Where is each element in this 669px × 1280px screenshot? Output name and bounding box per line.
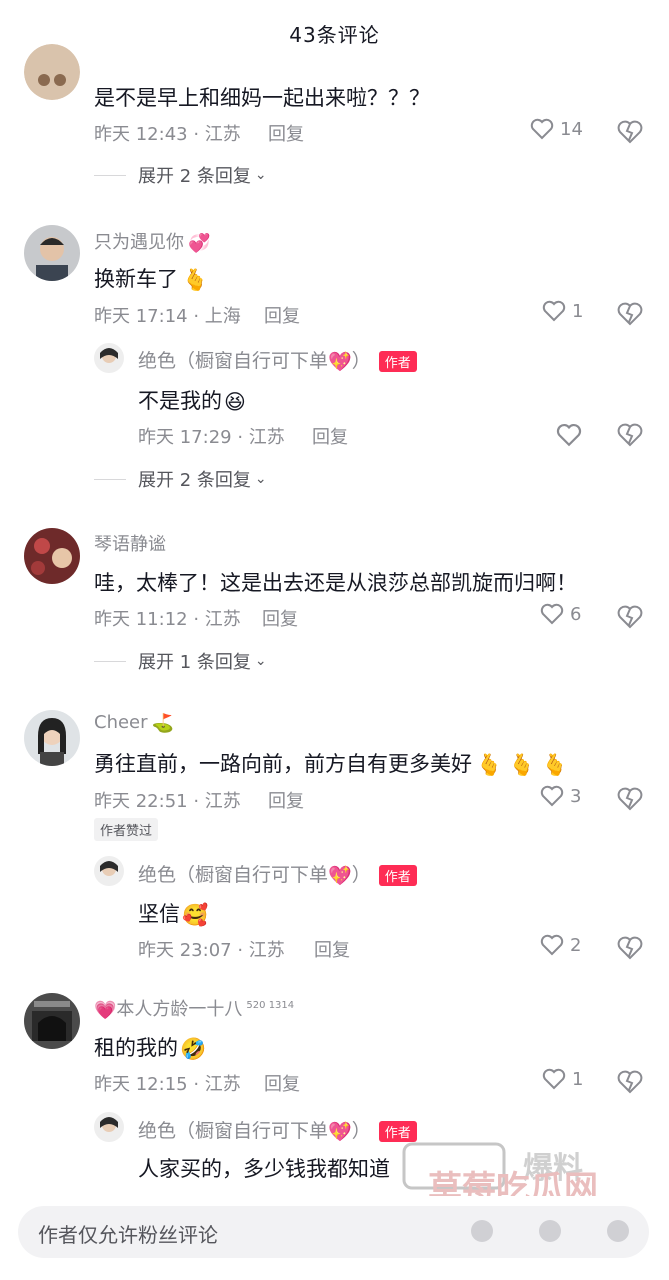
avatar[interactable]	[24, 528, 80, 584]
finger-heart-icon: 🫰 🫰 🫰	[476, 752, 568, 777]
comment-input-bar: 作者仅允许粉丝评论	[0, 1196, 669, 1280]
reply-button[interactable]: 回复	[268, 120, 304, 146]
image-icon[interactable]	[607, 1220, 629, 1242]
reply-button[interactable]: 回复	[264, 302, 300, 328]
like-button[interactable]: 1	[542, 1068, 583, 1090]
avatar[interactable]	[94, 1112, 124, 1142]
reply-text: 不是我的😆	[138, 389, 246, 414]
comment-input-placeholder: 作者仅允许粉丝评论	[38, 1223, 218, 1247]
comment-time: 昨天 12:43 · 江苏	[94, 124, 241, 145]
heart-icon	[540, 785, 564, 807]
at-icon[interactable]	[471, 1220, 493, 1242]
username[interactable]: 💗本人方龄一十八 520 1314	[94, 995, 294, 1021]
emoji-icon[interactable]	[539, 1220, 561, 1242]
chevron-down-icon: ⌄	[254, 471, 267, 487]
like-button[interactable]: 2	[540, 934, 581, 956]
comment-time: 昨天 22:51 · 江苏	[94, 791, 241, 812]
comment-text: 勇往直前，一路向前，前方自有更多美好 🫰 🫰 🫰	[94, 752, 568, 777]
reply-button[interactable]: 回复	[268, 787, 304, 813]
like-button[interactable]: 6	[540, 603, 581, 625]
reply-text: 坚信🥰	[138, 902, 209, 927]
grinning-squint-icon: 😆	[224, 390, 246, 414]
reply-username[interactable]: 绝色（橱窗自行可下单💖） 作者	[138, 860, 417, 887]
expand-replies-label: 展开 2 条回复	[138, 166, 251, 187]
avatar[interactable]	[94, 343, 124, 373]
sparkling-heart-icon: 💖	[328, 351, 352, 373]
chevron-down-icon: ⌄	[254, 653, 267, 669]
reply-button[interactable]: 回复	[314, 936, 350, 962]
comment-text: 是不是早上和细妈一起出来啦？？？	[94, 86, 430, 110]
avatar[interactable]	[94, 856, 124, 886]
avatar[interactable]	[24, 225, 80, 281]
expand-replies[interactable]: 展开 2 条回复 ⌄	[94, 466, 267, 492]
username[interactable]: 琴语静谧	[94, 530, 166, 556]
laughing-crying-icon: 🤣	[180, 1036, 207, 1061]
broken-heart-icon[interactable]	[617, 120, 643, 144]
like-button[interactable]: 14	[530, 118, 583, 140]
comments-header: 43条评论	[0, 0, 669, 66]
avatar[interactable]	[24, 44, 80, 100]
broken-heart-icon[interactable]	[617, 1070, 643, 1094]
hugging-face-icon: 🥰	[182, 902, 209, 927]
like-button[interactable]: 3	[540, 785, 581, 807]
heart-icon	[540, 934, 564, 956]
comment-time: 昨天 12:15 · 江苏	[94, 1074, 241, 1095]
comment-text: 哇，太棒了！这是出去还是从浪莎总部凯旋而归啊！	[94, 571, 577, 595]
reply-time: 昨天 23:07 · 江苏	[138, 940, 285, 961]
sparkling-heart-icon: 💖	[328, 1121, 352, 1143]
expand-replies[interactable]: 展开 2 条回复 ⌄	[94, 162, 267, 188]
reply-time: 昨天 17:29 · 江苏	[138, 427, 285, 448]
comment-time: 昨天 11:12 · 江苏	[94, 609, 241, 630]
broken-heart-icon[interactable]	[617, 605, 643, 629]
heart-icon	[542, 1068, 566, 1090]
comment-count-title: 43条评论	[289, 22, 380, 47]
heart-icon	[530, 118, 554, 140]
svg-text:爆料: 爆料	[523, 1151, 583, 1186]
comment-text: 换新车了 🫰	[94, 267, 209, 292]
reply-button[interactable]: 回复	[262, 605, 298, 631]
expand-replies-label: 展开 1 条回复	[138, 652, 251, 673]
like-count: 6	[570, 603, 582, 625]
avatar[interactable]	[24, 993, 80, 1049]
finger-heart-icon: 🫰	[182, 267, 209, 292]
expand-replies-label: 展开 2 条回复	[138, 470, 251, 491]
heart-icon	[542, 300, 566, 322]
reply-username[interactable]: 绝色（橱窗自行可下单💖） 作者	[138, 1116, 417, 1143]
hearts-icon: 💞	[188, 232, 211, 254]
reply-button[interactable]: 回复	[312, 423, 348, 449]
username[interactable]: 只为遇见你 💞	[94, 228, 210, 254]
chevron-down-icon: ⌄	[254, 167, 267, 183]
broken-heart-icon[interactable]	[617, 423, 643, 447]
comment-text: 租的我的🤣	[94, 1036, 207, 1061]
reply-username[interactable]: 绝色（橱窗自行可下单💖） 作者	[138, 346, 417, 373]
username[interactable]: Cheer ⛳	[94, 712, 174, 734]
broken-heart-icon[interactable]	[617, 787, 643, 811]
like-count: 3	[570, 785, 582, 807]
like-button[interactable]: 1	[542, 300, 583, 322]
golf-flag-icon: ⛳	[151, 712, 174, 734]
like-count: 14	[560, 118, 583, 140]
like-count: 1	[572, 1068, 584, 1090]
reply-text: 人家买的，多少钱我都知道	[138, 1157, 390, 1181]
avatar[interactable]	[24, 710, 80, 766]
author-liked-badge: 作者赞过	[94, 818, 159, 841]
heart-icon[interactable]	[556, 423, 582, 447]
sparkling-heart-icon: 💖	[328, 865, 352, 887]
comment-time: 昨天 17:14 · 上海	[94, 306, 241, 327]
author-tag: 作者	[378, 865, 417, 886]
author-tag: 作者	[378, 351, 417, 372]
heart-emoji-icon: 💗	[94, 999, 117, 1021]
heart-icon	[540, 603, 564, 625]
reply-button[interactable]: 回复	[264, 1070, 300, 1096]
broken-heart-icon[interactable]	[617, 936, 643, 960]
author-tag: 作者	[378, 1121, 417, 1142]
broken-heart-icon[interactable]	[617, 302, 643, 326]
expand-replies[interactable]: 展开 1 条回复 ⌄	[94, 648, 267, 674]
like-count: 1	[572, 300, 584, 322]
like-count: 2	[570, 934, 582, 956]
